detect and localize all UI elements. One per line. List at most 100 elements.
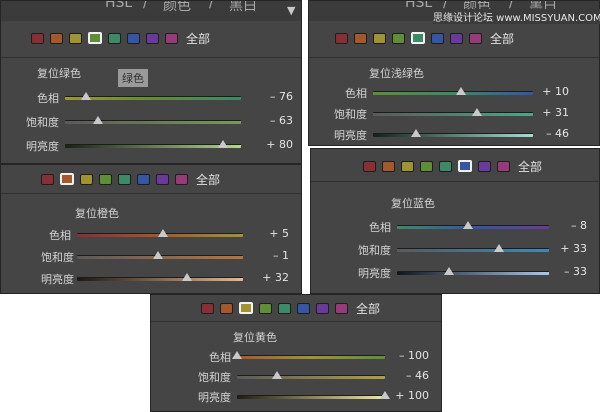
slider-track[interactable] — [65, 96, 241, 100]
color-swatch[interactable] — [108, 32, 121, 44]
color-swatch[interactable] — [201, 302, 214, 314]
slider-value[interactable]: + 33 — [560, 242, 587, 255]
color-swatch[interactable] — [175, 173, 188, 185]
color-swatch[interactable] — [31, 32, 44, 44]
color-swatch[interactable] — [439, 160, 452, 172]
slider-thumb[interactable] — [158, 229, 169, 237]
slider-thumb[interactable] — [81, 92, 92, 100]
color-swatch[interactable] — [411, 32, 425, 44]
color-swatch[interactable] — [335, 32, 348, 44]
color-swatch[interactable] — [80, 173, 93, 185]
all-colors-button[interactable]: 全部 — [518, 158, 542, 175]
color-swatch[interactable] — [392, 32, 405, 44]
color-swatch[interactable] — [469, 32, 482, 44]
slider-track[interactable] — [373, 133, 533, 137]
slider-value[interactable]: – 8 — [571, 219, 587, 232]
slider-thumb[interactable] — [411, 129, 422, 137]
color-swatch[interactable] — [354, 32, 367, 44]
slider-value[interactable]: + 100 — [395, 389, 429, 402]
slider-track[interactable] — [397, 271, 549, 275]
slider-thumb[interactable] — [493, 244, 504, 252]
color-swatch[interactable] — [69, 32, 82, 44]
hsl-panel-aqua: HSL / 颜色 / 黑白 思缘设计论坛 www.MISSYUAN.COM 全部… — [308, 0, 600, 146]
reset-blue-button[interactable]: 复位蓝色 — [391, 195, 435, 211]
color-swatch[interactable] — [450, 32, 463, 44]
color-swatch[interactable] — [50, 32, 63, 44]
slider-track[interactable] — [237, 355, 385, 359]
reset-green-button[interactable]: 复位绿色 — [37, 65, 81, 81]
slider-track[interactable] — [373, 112, 533, 116]
color-swatch[interactable] — [401, 160, 414, 172]
slider-track[interactable] — [397, 248, 549, 252]
color-swatch[interactable] — [382, 160, 395, 172]
slider-value[interactable]: – 1 — [273, 249, 289, 262]
tab-bw[interactable]: 黑白 — [229, 1, 257, 15]
color-swatch[interactable] — [60, 173, 74, 185]
slider-value[interactable]: – 76 — [270, 90, 293, 103]
slider-track[interactable] — [77, 277, 243, 281]
slider-track[interactable] — [65, 120, 241, 124]
slider-value[interactable]: + 80 — [266, 138, 293, 151]
color-swatch[interactable] — [297, 302, 310, 314]
color-swatch[interactable] — [127, 32, 140, 44]
slider-track[interactable] — [237, 395, 385, 399]
color-swatch[interactable] — [497, 160, 510, 172]
tab-hsl[interactable]: HSL — [405, 1, 432, 11]
reset-orange-button[interactable]: 复位橙色 — [75, 205, 119, 221]
slider-value[interactable]: + 32 — [262, 271, 289, 284]
all-colors-button[interactable]: 全部 — [356, 300, 380, 317]
color-swatch[interactable] — [41, 173, 54, 185]
slider-value[interactable]: – 100 — [399, 349, 429, 362]
color-swatch[interactable] — [431, 32, 444, 44]
tab-color[interactable]: 颜色 — [163, 1, 191, 15]
slider-track[interactable] — [373, 91, 533, 95]
reset-aqua-button[interactable]: 复位浅绿色 — [369, 65, 424, 81]
slider-value[interactable]: – 46 — [406, 369, 429, 382]
color-swatch[interactable] — [156, 173, 169, 185]
hsl-panel-green: HSL / 颜色 / 黑白 ▼ 全部 复位绿色 绿色 色相 – 76 饱和度 – 63… — [0, 0, 302, 164]
panel-collapse-icon[interactable]: ▼ — [287, 4, 295, 17]
color-swatch[interactable] — [259, 302, 272, 314]
slider-track[interactable] — [65, 144, 241, 148]
slider-label: 饱和度 — [334, 108, 367, 121]
slider-thumb[interactable] — [380, 391, 390, 399]
color-swatch[interactable] — [458, 160, 472, 172]
slider-thumb[interactable] — [181, 273, 192, 281]
all-colors-button[interactable]: 全部 — [490, 30, 514, 47]
slider-thumb[interactable] — [218, 140, 229, 148]
reset-yellow-button[interactable]: 复位黄色 — [233, 329, 277, 345]
slider-value[interactable]: + 10 — [542, 85, 569, 98]
color-swatch[interactable] — [335, 302, 348, 314]
slider-thumb[interactable] — [443, 267, 454, 275]
slider-thumb[interactable] — [93, 116, 104, 124]
color-swatch[interactable] — [239, 302, 253, 314]
slider-thumb[interactable] — [456, 87, 466, 95]
slider-thumb[interactable] — [463, 221, 474, 229]
slider-thumb[interactable] — [153, 251, 164, 259]
color-swatch[interactable] — [373, 32, 386, 44]
tab-hsl[interactable]: HSL — [105, 1, 132, 11]
all-colors-button[interactable]: 全部 — [196, 171, 220, 188]
color-swatch[interactable] — [220, 302, 233, 314]
color-swatch[interactable] — [478, 160, 491, 172]
slider-thumb[interactable] — [271, 371, 282, 379]
all-colors-button[interactable]: 全部 — [186, 30, 210, 47]
slider-thumb[interactable] — [472, 108, 482, 116]
color-swatch[interactable] — [118, 173, 131, 185]
color-swatch[interactable] — [99, 173, 112, 185]
color-swatch[interactable] — [316, 302, 329, 314]
color-swatch[interactable] — [420, 160, 433, 172]
slider-value[interactable]: + 5 — [269, 227, 289, 240]
slider-track[interactable] — [237, 375, 385, 379]
slider-value[interactable]: – 63 — [270, 114, 293, 127]
color-swatch[interactable] — [165, 32, 178, 44]
color-swatch[interactable] — [88, 32, 102, 44]
slider-value[interactable]: + 31 — [542, 106, 569, 119]
slider-thumb[interactable] — [232, 351, 242, 359]
color-swatch[interactable] — [146, 32, 159, 44]
color-swatch[interactable] — [137, 173, 150, 185]
slider-value[interactable]: – 33 — [564, 265, 587, 278]
color-swatch[interactable] — [363, 160, 376, 172]
color-swatch[interactable] — [278, 302, 291, 314]
slider-value[interactable]: – 46 — [546, 127, 569, 140]
